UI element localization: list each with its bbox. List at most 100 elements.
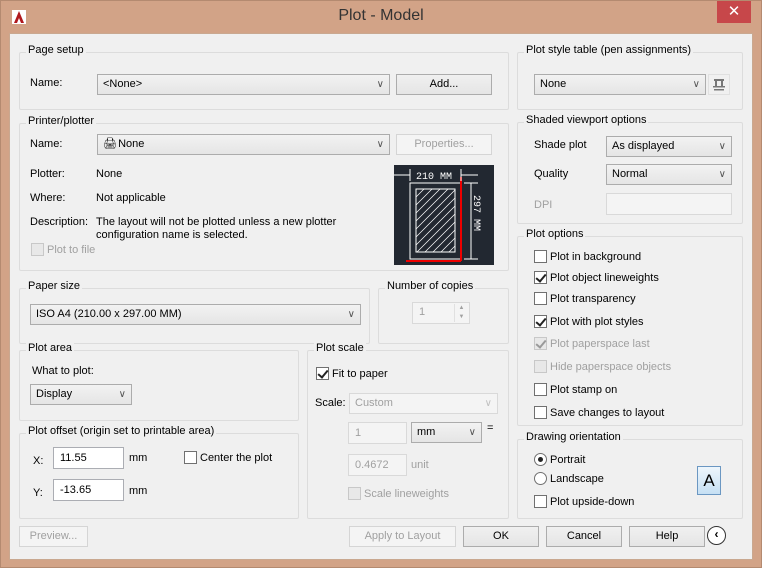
chevron-down-icon: ∨ xyxy=(468,427,476,438)
offset-y-input[interactable]: -13.65 xyxy=(53,479,124,501)
save-changes-to-layout-label: Save changes to layout xyxy=(550,406,665,419)
printer-name-label: Name: xyxy=(30,138,63,150)
plot-offset-label: Plot offset (origin set to printable are… xyxy=(26,425,217,437)
where-label: Where: xyxy=(30,192,66,204)
fit-to-paper-label: Fit to paper xyxy=(332,367,388,380)
cancel-button[interactable]: Cancel xyxy=(546,526,622,547)
properties-button[interactable]: Properties... xyxy=(396,134,492,155)
preview-button[interactable]: Preview... xyxy=(19,526,88,547)
ok-button[interactable]: OK xyxy=(463,526,539,547)
dialog-body: Page setup Name: <None> ∨ Add... Printer… xyxy=(9,33,753,560)
description-line-2: configuration name is selected. xyxy=(96,229,248,241)
spin-up-icon[interactable]: ▲ xyxy=(455,304,468,313)
dpi-input[interactable] xyxy=(606,193,732,215)
printer-icon: 🖨︎ xyxy=(103,138,117,150)
plot-in-background-checkbox[interactable]: Plot in background xyxy=(534,250,641,263)
plot-transparency-checkbox[interactable]: Plot transparency xyxy=(534,292,636,305)
collapse-options-button[interactable]: ‹ xyxy=(707,526,726,545)
plot-upside-down-checkbox[interactable]: Plot upside-down xyxy=(534,495,634,508)
checkbox-box xyxy=(534,360,547,373)
plot-style-editor-icon xyxy=(713,79,725,91)
scale-denominator-input[interactable]: 0.4672 xyxy=(348,454,407,476)
close-button[interactable]: ✕ xyxy=(717,1,751,23)
checkbox-box xyxy=(184,451,197,464)
plot-object-lineweights-label: Plot object lineweights xyxy=(550,271,659,284)
paper-width-label: 210 MM xyxy=(416,172,452,183)
copies-value: 1 xyxy=(419,306,426,318)
landscape-radio[interactable]: Landscape xyxy=(534,472,604,485)
what-to-plot-select[interactable]: Display ∨ xyxy=(30,384,132,405)
checkbox-box xyxy=(534,383,547,396)
add-page-setup-button[interactable]: Add... xyxy=(396,74,492,95)
plot-style-value: None xyxy=(540,78,567,90)
plot-paperspace-last-checkbox[interactable]: Plot paperspace last xyxy=(534,337,650,350)
portrait-label: Portrait xyxy=(550,453,586,466)
quality-label: Quality xyxy=(534,168,569,180)
page-setup-name-select[interactable]: <None> ∨ xyxy=(97,74,390,95)
hide-paperspace-objects-label: Hide paperspace objects xyxy=(550,360,672,373)
plotter-value: None xyxy=(96,168,123,180)
plot-options-group: Plot options xyxy=(517,228,743,426)
page-setup-label: Page setup xyxy=(26,44,86,56)
checkbox-box xyxy=(316,367,329,380)
window-title: Plot - Model xyxy=(338,7,424,24)
title-bar[interactable]: Plot - Model ✕ xyxy=(1,1,761,33)
plot-style-select[interactable]: None ∨ xyxy=(534,74,706,95)
chevron-down-icon: ∨ xyxy=(118,389,126,400)
copies-spinner[interactable]: 1 ▲ ▼ xyxy=(412,302,470,324)
plot-dialog: Plot - Model ✕ Page setup Name: <None> ∨… xyxy=(0,0,762,568)
plot-object-lineweights-checkbox[interactable]: Plot object lineweights xyxy=(534,271,659,284)
edit-plot-style-button[interactable] xyxy=(708,74,730,95)
hide-paperspace-objects-checkbox[interactable]: Hide paperspace objects xyxy=(534,360,671,373)
offset-x-label: X: xyxy=(33,455,44,467)
printer-name-select[interactable]: 🖨︎ None ∨ xyxy=(97,134,390,155)
checkbox-box xyxy=(534,495,547,508)
plot-with-plot-styles-checkbox[interactable]: Plot with plot styles xyxy=(534,315,644,328)
plot-in-background-label: Plot in background xyxy=(550,250,642,263)
plot-to-file-label: Plot to file xyxy=(47,243,96,256)
portrait-radio[interactable]: Portrait xyxy=(534,453,585,466)
quality-value: Normal xyxy=(612,168,648,180)
plot-stamp-on-checkbox[interactable]: Plot stamp on xyxy=(534,383,617,396)
scale-lineweights-checkbox[interactable]: Scale lineweights xyxy=(348,487,449,500)
scale-select[interactable]: Custom ∨ xyxy=(349,393,498,414)
offset-y-label: Y: xyxy=(33,487,43,499)
center-plot-checkbox[interactable]: Center the plot xyxy=(184,451,272,464)
plot-to-file-checkbox[interactable]: Plot to file xyxy=(31,243,95,256)
plotter-label: Plotter: xyxy=(30,168,65,180)
printer-plotter-label: Printer/plotter xyxy=(26,115,97,127)
printer-name-value: None xyxy=(118,138,145,150)
paper-preview-drawing: 210 MM 297 MM xyxy=(394,169,481,262)
help-button[interactable]: Help xyxy=(629,526,705,547)
spin-down-icon[interactable]: ▼ xyxy=(455,313,468,322)
shade-plot-select[interactable]: As displayed ∨ xyxy=(606,136,732,157)
checkbox-box xyxy=(348,487,361,500)
chevron-down-icon: ∨ xyxy=(347,309,355,320)
plot-with-plot-styles-label: Plot with plot styles xyxy=(550,315,644,328)
drawing-orientation-label: Drawing orientation xyxy=(524,431,623,443)
quality-select[interactable]: Normal ∨ xyxy=(606,164,732,185)
page-setup-name-label: Name: xyxy=(30,77,63,89)
plot-transparency-label: Plot transparency xyxy=(550,292,636,305)
checkbox-box xyxy=(534,292,547,305)
checkbox-box xyxy=(534,271,547,284)
scale-numerator-input[interactable]: 1 xyxy=(348,422,407,444)
checkbox-box xyxy=(534,406,547,419)
save-changes-to-layout-checkbox[interactable]: Save changes to layout xyxy=(534,406,664,419)
paper-size-select[interactable]: ISO A4 (210.00 x 297.00 MM) ∨ xyxy=(30,304,361,325)
scale-label: Scale: xyxy=(315,397,346,409)
shaded-viewport-label: Shaded viewport options xyxy=(524,114,649,126)
plot-options-label: Plot options xyxy=(524,228,586,240)
scale-unit-select[interactable]: mm ∨ xyxy=(411,422,482,443)
spinner-arrows[interactable]: ▲ ▼ xyxy=(454,304,468,322)
apply-to-layout-button[interactable]: Apply to Layout xyxy=(349,526,456,547)
fit-to-paper-checkbox[interactable]: Fit to paper xyxy=(316,367,388,380)
chevron-down-icon: ∨ xyxy=(718,141,726,152)
scale-unit-value: mm xyxy=(417,426,436,438)
shade-plot-value: As displayed xyxy=(612,140,675,152)
chevron-down-icon: ∨ xyxy=(376,139,384,150)
paper-size-label: Paper size xyxy=(26,280,82,292)
plot-paperspace-last-label: Plot paperspace last xyxy=(550,337,650,350)
offset-x-input[interactable]: 11.55 xyxy=(53,447,124,469)
plot-offset-group: Plot offset (origin set to printable are… xyxy=(19,425,299,519)
